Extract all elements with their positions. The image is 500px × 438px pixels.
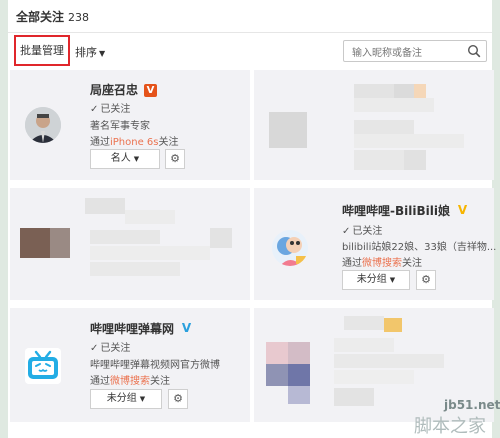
follow-status: ✓ 已关注 bbox=[90, 343, 131, 354]
verified-gold-icon: V bbox=[457, 203, 468, 217]
group-dropdown[interactable]: 未分组 ▼ bbox=[342, 270, 410, 290]
page-title: 全部关注 bbox=[16, 10, 65, 24]
avatar[interactable] bbox=[272, 230, 308, 266]
user-name[interactable]: 局座召忠 V bbox=[90, 81, 158, 98]
page-header: 全部关注 238 bbox=[16, 8, 89, 25]
avatar[interactable] bbox=[25, 107, 61, 143]
follow-card-blurred bbox=[254, 70, 494, 180]
check-icon: ✓ bbox=[342, 226, 351, 237]
watermark-brand: 脚本之家 bbox=[414, 416, 486, 437]
follow-card: 哔哩哔哩弹幕网 V ✓ 已关注 哔哩哔哩弹幕视频网官方微博 通过微博搜索关注 未分组… bbox=[10, 308, 250, 422]
following-panel: 全部关注238 批量管理 排序▼ 局座召忠V ✓已关注 著名军事专家 bbox=[8, 0, 497, 438]
check-icon: ✓ bbox=[90, 343, 99, 354]
follow-status: ✓ 已关注 bbox=[90, 104, 131, 115]
avatar[interactable] bbox=[25, 348, 61, 384]
verified-gold-icon: V bbox=[144, 84, 158, 97]
follow-source: 通过iPhone 6s关注 bbox=[90, 137, 179, 148]
user-intro: bilibili站娘22娘、33娘（吉祥物... bbox=[342, 242, 497, 253]
source-link[interactable]: iPhone 6s bbox=[110, 137, 159, 148]
follow-source: 通过微博搜索关注 bbox=[90, 376, 170, 387]
header-divider bbox=[8, 32, 492, 33]
source-link[interactable]: 微博搜索 bbox=[362, 258, 402, 269]
follow-status: ✓ 已关注 bbox=[342, 226, 383, 237]
sort-label: 排序 bbox=[75, 46, 97, 59]
source-link[interactable]: 微博搜索 bbox=[110, 376, 150, 387]
watermark-site: jb51.net bbox=[444, 398, 500, 412]
user-intro: 哔哩哔哩弹幕视频网官方微博 bbox=[90, 360, 220, 371]
sort-dropdown[interactable]: 排序 ▼ bbox=[75, 44, 105, 60]
follow-card: 哔哩哔哩-BiliBili娘 V ✓ 已关注 bilibili站娘22娘、33娘（吉… bbox=[254, 188, 497, 300]
user-name[interactable]: 哔哩哔哩-BiliBili娘 V bbox=[342, 202, 469, 219]
group-dropdown[interactable]: 未分组 ▼ bbox=[90, 389, 162, 409]
check-icon: ✓ bbox=[90, 104, 99, 115]
follow-source: 通过微博搜索关注 bbox=[342, 258, 422, 269]
anime-character-icon bbox=[272, 230, 308, 266]
search-box[interactable] bbox=[343, 40, 487, 64]
verified-blue-icon: V bbox=[181, 321, 192, 335]
user-portrait-icon bbox=[25, 107, 61, 143]
bilibili-tv-icon bbox=[25, 348, 61, 384]
follow-count: 238 bbox=[68, 11, 90, 24]
settings-gear-icon[interactable]: ⚙ bbox=[416, 270, 436, 290]
follow-card: 局座召忠 V ✓ 已关注 著名军事专家 通过iPhone 6s关注 名人 ▼ ⚙ bbox=[10, 70, 250, 180]
caret-down-icon: ▼ bbox=[139, 395, 146, 403]
caret-down-icon: ▼ bbox=[133, 155, 140, 163]
settings-gear-icon[interactable]: ⚙ bbox=[165, 149, 185, 169]
caret-down-icon: ▼ bbox=[389, 276, 396, 284]
user-name[interactable]: 哔哩哔哩弹幕网 V bbox=[90, 320, 193, 337]
follow-card-blurred bbox=[10, 188, 250, 300]
batch-manage-button[interactable]: 批量管理 bbox=[14, 35, 70, 66]
search-input[interactable] bbox=[344, 43, 462, 64]
settings-gear-icon[interactable]: ⚙ bbox=[168, 389, 188, 409]
search-icon[interactable] bbox=[467, 44, 481, 58]
group-dropdown[interactable]: 名人 ▼ bbox=[90, 149, 160, 169]
user-intro: 著名军事专家 bbox=[90, 121, 150, 132]
caret-down-icon: ▼ bbox=[99, 49, 106, 58]
